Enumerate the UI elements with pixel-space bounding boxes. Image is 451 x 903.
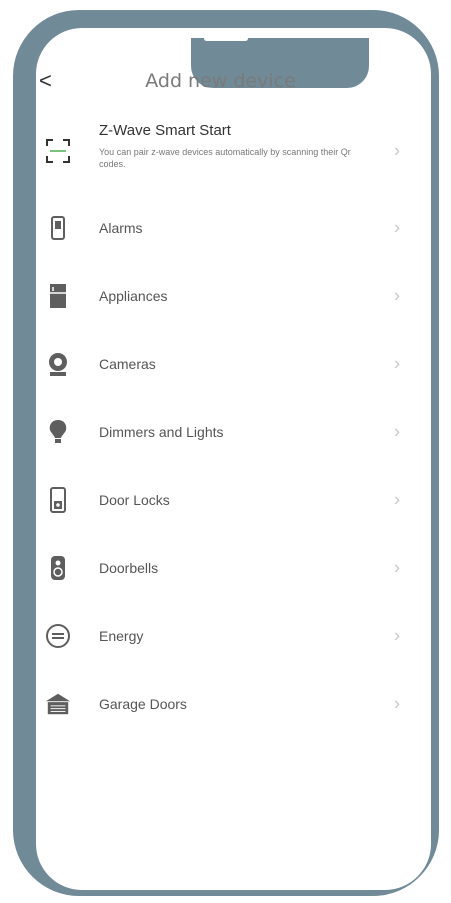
doorbell-icon [45, 555, 71, 581]
door-lock-icon [45, 487, 71, 513]
chevron-right-icon: › [394, 140, 400, 161]
chevron-right-icon: › [394, 421, 400, 442]
camera-icon [45, 351, 71, 377]
chevron-right-icon: › [394, 489, 400, 510]
smart-start-description: You can pair z-wave devices automaticall… [99, 147, 351, 169]
list-item-dimmers-and-lights[interactable]: Dimmers and Lights › [23, 398, 418, 466]
chevron-right-icon: › [394, 285, 400, 306]
smart-start-label: Z-Wave Smart Start [99, 122, 231, 139]
energy-meter-icon [45, 623, 71, 649]
appliance-icon [45, 283, 71, 309]
chevron-right-icon: › [394, 625, 400, 646]
list-item-label: Alarms [99, 220, 143, 236]
list-item-label: Door Locks [99, 492, 170, 508]
notch-speaker [204, 36, 248, 41]
list-item-label: Dimmers and Lights [99, 424, 224, 440]
garage-door-icon [45, 691, 71, 717]
list-item-door-locks[interactable]: Door Locks › [23, 466, 418, 534]
page-title: Add new device [145, 70, 296, 92]
qr-scan-icon [45, 138, 71, 164]
light-bulb-icon [45, 419, 71, 445]
list-item-cameras[interactable]: Cameras › [23, 330, 418, 398]
list-item-label: Doorbells [99, 560, 159, 576]
chevron-right-icon: › [394, 557, 400, 578]
header: < Add new device [23, 62, 418, 102]
device-category-list: Z-Wave Smart Start You can pair z-wave d… [23, 108, 418, 738]
list-item-doorbells[interactable]: Doorbells › [23, 534, 418, 602]
list-item-alarms[interactable]: Alarms › [23, 194, 418, 262]
list-item-label: Energy [99, 628, 144, 644]
list-item-smart-start[interactable]: Z-Wave Smart Start You can pair z-wave d… [23, 108, 418, 194]
list-item-energy[interactable]: Energy › [23, 602, 418, 670]
list-item-appliances[interactable]: Appliances › [23, 262, 418, 330]
list-item-label: Appliances [99, 288, 168, 304]
list-item-garage-doors[interactable]: Garage Doors › [23, 670, 418, 738]
alarm-sensor-icon [45, 215, 71, 241]
chevron-right-icon: › [394, 217, 400, 238]
chevron-right-icon: › [394, 353, 400, 374]
chevron-right-icon: › [394, 693, 400, 714]
list-item-label: Garage Doors [99, 696, 187, 712]
list-item-label: Cameras [99, 356, 156, 372]
